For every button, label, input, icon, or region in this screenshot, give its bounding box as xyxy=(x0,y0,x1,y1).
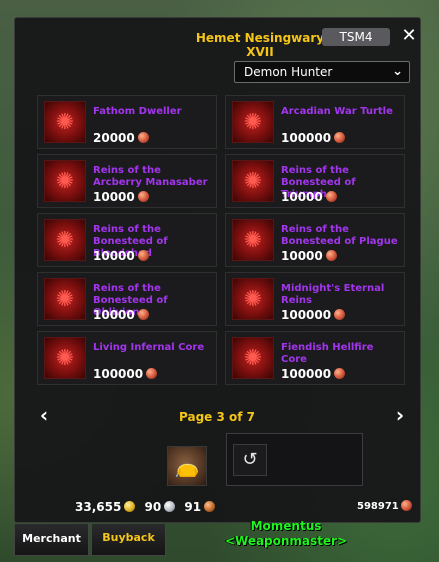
nameplate-title: <Weaponmaster> xyxy=(224,534,348,548)
item-name: Fathom Dweller xyxy=(93,106,182,117)
item-slot[interactable]: ✺ Arcadian War Turtle 100000 xyxy=(225,95,405,149)
currency-icon xyxy=(137,250,149,261)
nameplate-name: Momentus xyxy=(250,519,322,533)
currency-icon xyxy=(325,191,337,202)
currency-icon xyxy=(137,309,149,320)
merchant-frame: Hemet Nesingwary XVII TSM4 ✕ Demon Hunte… xyxy=(14,17,421,523)
item-price: 10000 xyxy=(93,249,149,263)
mount-icon: ✺ xyxy=(44,278,86,320)
chevron-down-icon: ⌄ xyxy=(392,64,403,79)
mount-icon: ✺ xyxy=(232,219,274,261)
item-price: 20000 xyxy=(93,131,149,145)
close-icon[interactable]: ✕ xyxy=(401,27,417,45)
vendor-name: Hemet Nesingwary XVII xyxy=(195,31,325,59)
item-slot[interactable]: ✺ Fiendish Hellfire Core 100000 xyxy=(225,331,405,385)
mount-icon: ✺ xyxy=(232,337,274,379)
currency-icon xyxy=(334,132,346,143)
tab-buyback[interactable]: Buyback xyxy=(91,524,166,556)
item-price: 10000 xyxy=(93,190,149,204)
next-page-button[interactable]: › xyxy=(391,404,409,426)
currency-icon xyxy=(137,191,149,202)
bag-icon: 👝 xyxy=(174,454,200,478)
item-price: 100000 xyxy=(93,367,158,381)
prev-page-button[interactable]: ‹ xyxy=(35,404,53,426)
tab-merchant[interactable]: Merchant xyxy=(14,524,89,556)
item-name: Living Infernal Core xyxy=(93,342,205,353)
mount-icon: ✺ xyxy=(44,160,86,202)
currency-icon xyxy=(334,368,346,379)
class-filter-dropdown[interactable]: Demon Hunter ⌄ xyxy=(234,61,410,83)
npc-nameplate: Momentus <Weaponmaster> xyxy=(216,519,356,549)
item-slot[interactable]: ✺ Reins of the Bonesteed of Oblivion 100… xyxy=(37,272,217,326)
mount-icon: ✺ xyxy=(232,101,274,143)
item-slot[interactable]: ✺ Fathom Dweller 20000 xyxy=(37,95,217,149)
silver-amount: 90 xyxy=(144,500,162,514)
item-slot[interactable]: ✺ Reins of the Bonesteed of Bloodshed 10… xyxy=(37,213,217,267)
mount-icon: ✺ xyxy=(44,219,86,261)
item-name: Midnight's Eternal Reins xyxy=(281,283,385,306)
player-money: 33,655 90 91 xyxy=(75,500,220,514)
copper-amount: 91 xyxy=(184,500,202,514)
item-price: 100000 xyxy=(281,308,346,322)
item-price: 10000 xyxy=(281,190,337,204)
item-name: Reins of the Bonesteed of Plague xyxy=(281,224,398,247)
item-slot[interactable]: ✺ Reins of the Bonesteed of Triumph 1000… xyxy=(225,154,405,208)
mount-icon: ✺ xyxy=(232,160,274,202)
currency-total-value: 598971 xyxy=(357,501,399,512)
item-name: Reins of the Arcberry Manasaber xyxy=(93,165,208,188)
item-price: 100000 xyxy=(281,131,346,145)
item-price: 100000 xyxy=(281,367,346,381)
mount-icon: ✺ xyxy=(44,337,86,379)
currency-icon xyxy=(325,250,337,261)
buyback-item-slot[interactable]: 👝 xyxy=(167,446,207,486)
item-slot[interactable]: ✺ Living Infernal Core 100000 xyxy=(37,331,217,385)
currency-icon xyxy=(146,368,158,379)
item-name: Arcadian War Turtle xyxy=(281,106,393,117)
currency-icon xyxy=(137,132,149,143)
page-indicator: Page 3 of 7 xyxy=(179,410,255,424)
undo-panel: ↺ xyxy=(226,433,363,486)
tsm-toggle-button[interactable]: TSM4 xyxy=(322,28,390,46)
gold-coin-icon xyxy=(124,501,136,512)
silver-coin-icon xyxy=(164,501,176,512)
mount-icon: ✺ xyxy=(232,278,274,320)
item-slot[interactable]: ✺ Midnight's Eternal Reins 100000 xyxy=(225,272,405,326)
currency-total: 598971 xyxy=(357,500,412,512)
copper-coin-icon xyxy=(204,501,216,512)
undo-icon[interactable]: ↺ xyxy=(233,444,267,476)
currency-icon xyxy=(400,500,412,511)
gold-amount: 33,655 xyxy=(75,500,122,514)
item-name: Fiendish Hellfire Core xyxy=(281,342,374,365)
item-price: 10000 xyxy=(281,249,337,263)
item-slot[interactable]: ✺ Reins of the Bonesteed of Plague 10000 xyxy=(225,213,405,267)
item-price: 10000 xyxy=(93,308,149,322)
mount-icon: ✺ xyxy=(44,101,86,143)
currency-icon xyxy=(334,309,346,320)
item-slot[interactable]: ✺ Reins of the Arcberry Manasaber 10000 xyxy=(37,154,217,208)
class-filter-value: Demon Hunter xyxy=(244,65,333,79)
